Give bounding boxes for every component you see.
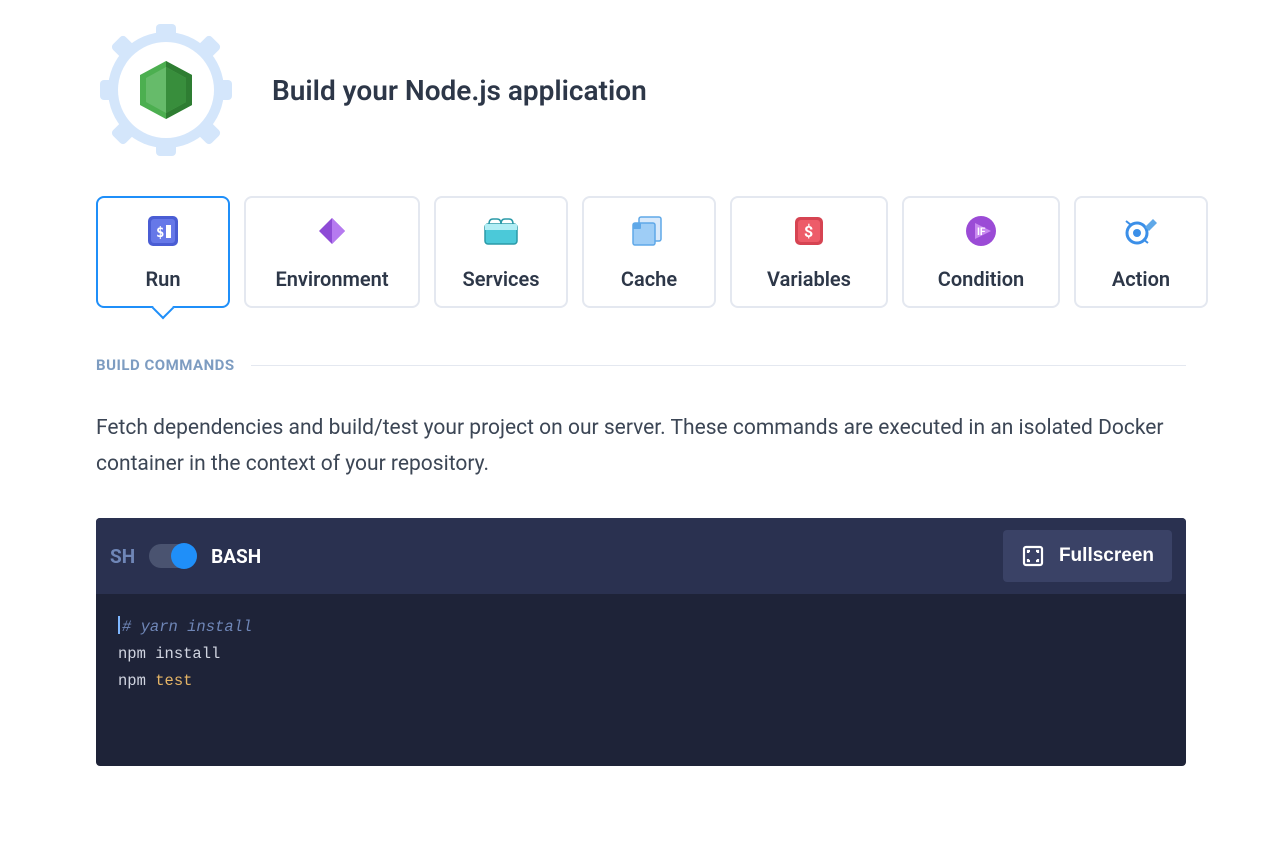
run-icon: $ — [145, 213, 181, 249]
code-panel: SH BASH Fullscreen # yarn install npm in… — [96, 518, 1186, 765]
tab-label: Variables — [767, 267, 851, 291]
svg-text:$: $ — [156, 225, 164, 241]
shell-sh-label[interactable]: SH — [110, 545, 135, 568]
shell-toggle-group: SH BASH — [110, 544, 261, 568]
fullscreen-label: Fullscreen — [1059, 545, 1154, 567]
fullscreen-icon — [1021, 544, 1045, 568]
variables-icon: $ — [791, 213, 827, 249]
divider — [251, 365, 1186, 366]
code-comment: # yarn install — [122, 618, 252, 636]
node-gear-logo — [96, 20, 236, 160]
services-icon — [483, 213, 519, 249]
code-arg: install — [155, 645, 220, 663]
tab-label: Action — [1112, 267, 1170, 291]
section-title: BUILD COMMANDS — [96, 356, 235, 374]
svg-text:$: $ — [804, 222, 813, 241]
page-title: Build your Node.js application — [272, 74, 647, 107]
tab-label: Condition — [938, 267, 1024, 291]
tab-label: Environment — [275, 267, 388, 291]
section-header: BUILD COMMANDS — [96, 356, 1186, 374]
code-editor[interactable]: # yarn install npm install npm test — [96, 594, 1186, 765]
shell-toggle[interactable] — [149, 544, 197, 568]
tab-label: Run — [145, 267, 180, 291]
nodejs-icon — [138, 59, 194, 121]
tab-variables[interactable]: $ Variables — [730, 196, 888, 308]
tab-cache[interactable]: Cache — [582, 196, 716, 308]
code-cmd: npm — [118, 645, 146, 663]
svg-text:IF: IF — [977, 227, 986, 238]
environment-icon — [314, 213, 350, 249]
tab-services[interactable]: Services — [434, 196, 568, 308]
code-arg: test — [155, 672, 192, 690]
action-icon — [1123, 213, 1159, 249]
shell-bash-label[interactable]: BASH — [211, 545, 261, 568]
cache-icon — [631, 213, 667, 249]
tab-label: Cache — [621, 267, 677, 291]
code-toolbar: SH BASH Fullscreen — [96, 518, 1186, 594]
condition-icon: IF — [963, 213, 999, 249]
tab-label: Services — [462, 267, 539, 291]
section-description: Fetch dependencies and build/test your p… — [96, 410, 1186, 482]
fullscreen-button[interactable]: Fullscreen — [1003, 530, 1172, 582]
page-header: Build your Node.js application — [96, 20, 1186, 160]
tab-condition[interactable]: IF Condition — [902, 196, 1060, 308]
tab-bar: $ Run Environment — [96, 196, 1186, 308]
tab-run[interactable]: $ Run — [96, 196, 230, 308]
tab-action[interactable]: Action — [1074, 196, 1208, 308]
toggle-knob — [171, 543, 197, 569]
tab-environment[interactable]: Environment — [244, 196, 420, 308]
cursor — [118, 616, 120, 634]
code-cmd: npm — [118, 672, 146, 690]
